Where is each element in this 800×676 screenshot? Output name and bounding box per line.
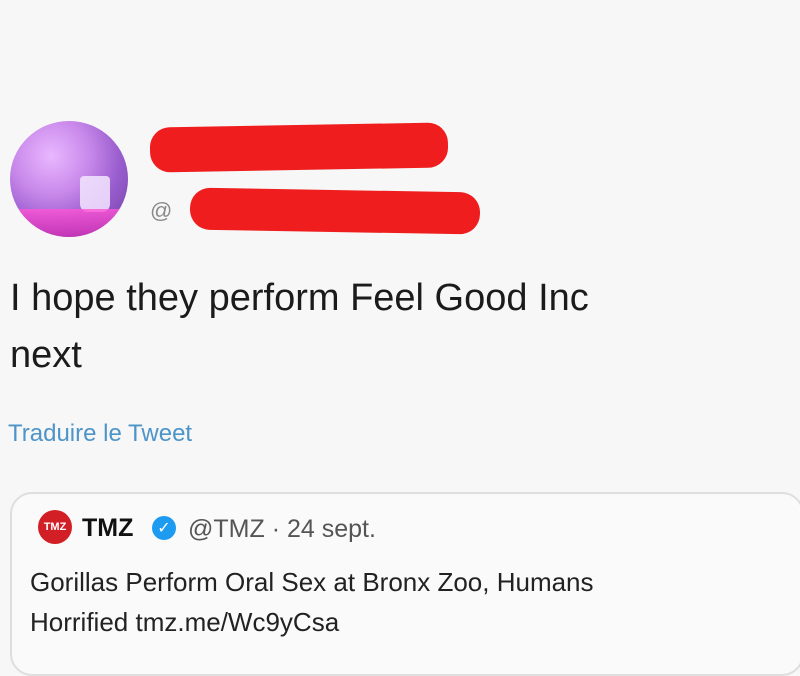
meta-separator: · bbox=[271, 515, 281, 543]
translate-tweet-link[interactable]: Traduire le Tweet bbox=[8, 420, 192, 448]
quoted-tweet-text: Gorillas Perform Oral Sex at Bronx Zoo, … bbox=[30, 567, 594, 637]
quoted-author-meta: @TMZ · 24 sept. bbox=[188, 515, 376, 544]
quoted-tweet-card[interactable]: TMZ TMZ ✓ @TMZ · 24 sept. Gorillas Perfo… bbox=[10, 492, 800, 676]
quoted-date[interactable]: 24 sept. bbox=[287, 515, 376, 543]
redacted-username bbox=[189, 187, 481, 235]
avatar-cup-shape bbox=[80, 176, 110, 212]
tmz-avatar[interactable]: TMZ bbox=[38, 510, 72, 544]
handle-prefix: @ bbox=[150, 198, 173, 223]
quoted-author-handle[interactable]: @TMZ bbox=[188, 515, 265, 543]
tweet-text: I hope they perform Feel Good Inc next bbox=[10, 277, 589, 376]
redacted-display-name bbox=[149, 122, 449, 173]
quoted-author-name[interactable]: TMZ bbox=[82, 514, 133, 543]
user-avatar[interactable] bbox=[10, 121, 128, 237]
avatar-floor-shape bbox=[10, 209, 128, 237]
verified-badge-icon: ✓ bbox=[152, 516, 176, 540]
